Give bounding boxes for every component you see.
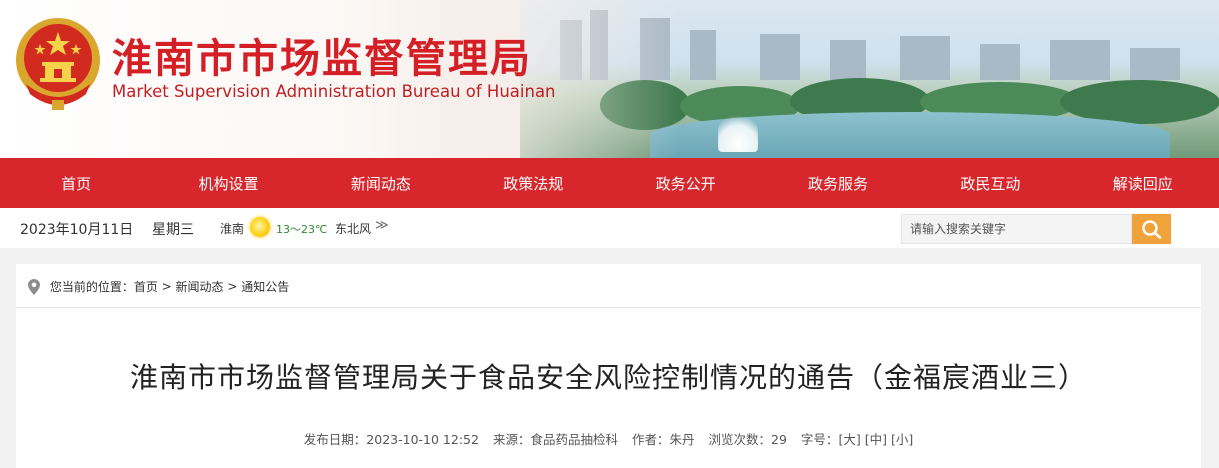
font-size-small-button[interactable]: [小] [891,432,913,447]
nav-item-government-affairs[interactable]: 政务公开 [610,158,762,208]
article-title: 淮南市市场监督管理局关于食品安全风险控制情况的通告（金福宸酒业三） [129,361,1087,394]
nav-item-organization[interactable]: 机构设置 [152,158,304,208]
author-label: 作者： [631,432,670,447]
weather-more-icon[interactable]: ≫ [375,218,389,233]
view-count: 29 [771,432,787,447]
weather-city: 淮南 [220,222,245,236]
search-icon [1142,220,1162,239]
divider [16,307,1201,308]
article-meta: 发布日期：2023-10-10 12:52 来源：食品药品抽检科 作者：朱丹 浏览次数… [16,429,1201,448]
nav-item-home[interactable]: 首页 [0,158,152,208]
current-date: 2023年10月11日 [20,222,134,238]
font-size-large-button[interactable]: [大] [838,432,860,447]
search-input[interactable] [901,214,1132,244]
breadcrumb-news[interactable]: 新闻动态 [176,280,224,294]
breadcrumb-notices[interactable]: 通知公告 [241,280,289,294]
search-button[interactable] [1132,214,1171,244]
national-emblem-icon [16,18,100,110]
breadcrumb-separator: > [157,279,176,294]
font-size-medium-button[interactable]: [中] [865,432,887,447]
article-panel: 您当前的位置：首页 > 新闻动态 > 通知公告 淮南市市场监督管理局关于食品安全… [16,264,1201,468]
current-weekday: 星期三 [152,222,194,238]
info-bar: 2023年10月11日 星期三 淮南 13～23℃ 东北风 ≫ [0,208,1219,248]
nav-item-news[interactable]: 新闻动态 [305,158,457,208]
weather-temperature: 13～23℃ [276,223,328,236]
views-label: 浏览次数： [708,432,772,447]
breadcrumb-home[interactable]: 首页 [134,280,158,294]
weather-wind: 东北风 [335,222,372,236]
breadcrumb: 您当前的位置：首页 > 新闻动态 > 通知公告 [28,278,289,295]
article-source: 食品药品抽检科 [530,432,618,447]
nav-item-services[interactable]: 政务服务 [762,158,914,208]
main-nav: 首页 机构设置 新闻动态 政策法规 政务公开 政务服务 政民互动 解读回应 [0,158,1219,208]
nav-item-policies[interactable]: 政策法规 [457,158,609,208]
source-label: 来源： [492,432,531,447]
nav-item-interaction[interactable]: 政民互动 [914,158,1066,208]
sun-icon [250,217,270,237]
header-banner: 淮南市市场监督管理局 Market Supervision Administra… [0,0,1219,158]
font-size-label: 字号： [800,432,839,447]
nav-item-interpretation[interactable]: 解读回应 [1067,158,1219,208]
published-label: 发布日期： [303,432,367,447]
breadcrumb-separator: > [223,279,242,294]
location-pin-icon [28,278,40,295]
article-author: 朱丹 [669,432,695,447]
site-subtitle: Market Supervision Administration Bureau… [112,82,556,101]
breadcrumb-prefix: 您当前的位置： [49,280,134,294]
fountain-image [718,112,758,152]
published-date: 2023-10-10 12:52 [366,432,479,447]
site-title: 淮南市市场监督管理局 [112,36,532,82]
